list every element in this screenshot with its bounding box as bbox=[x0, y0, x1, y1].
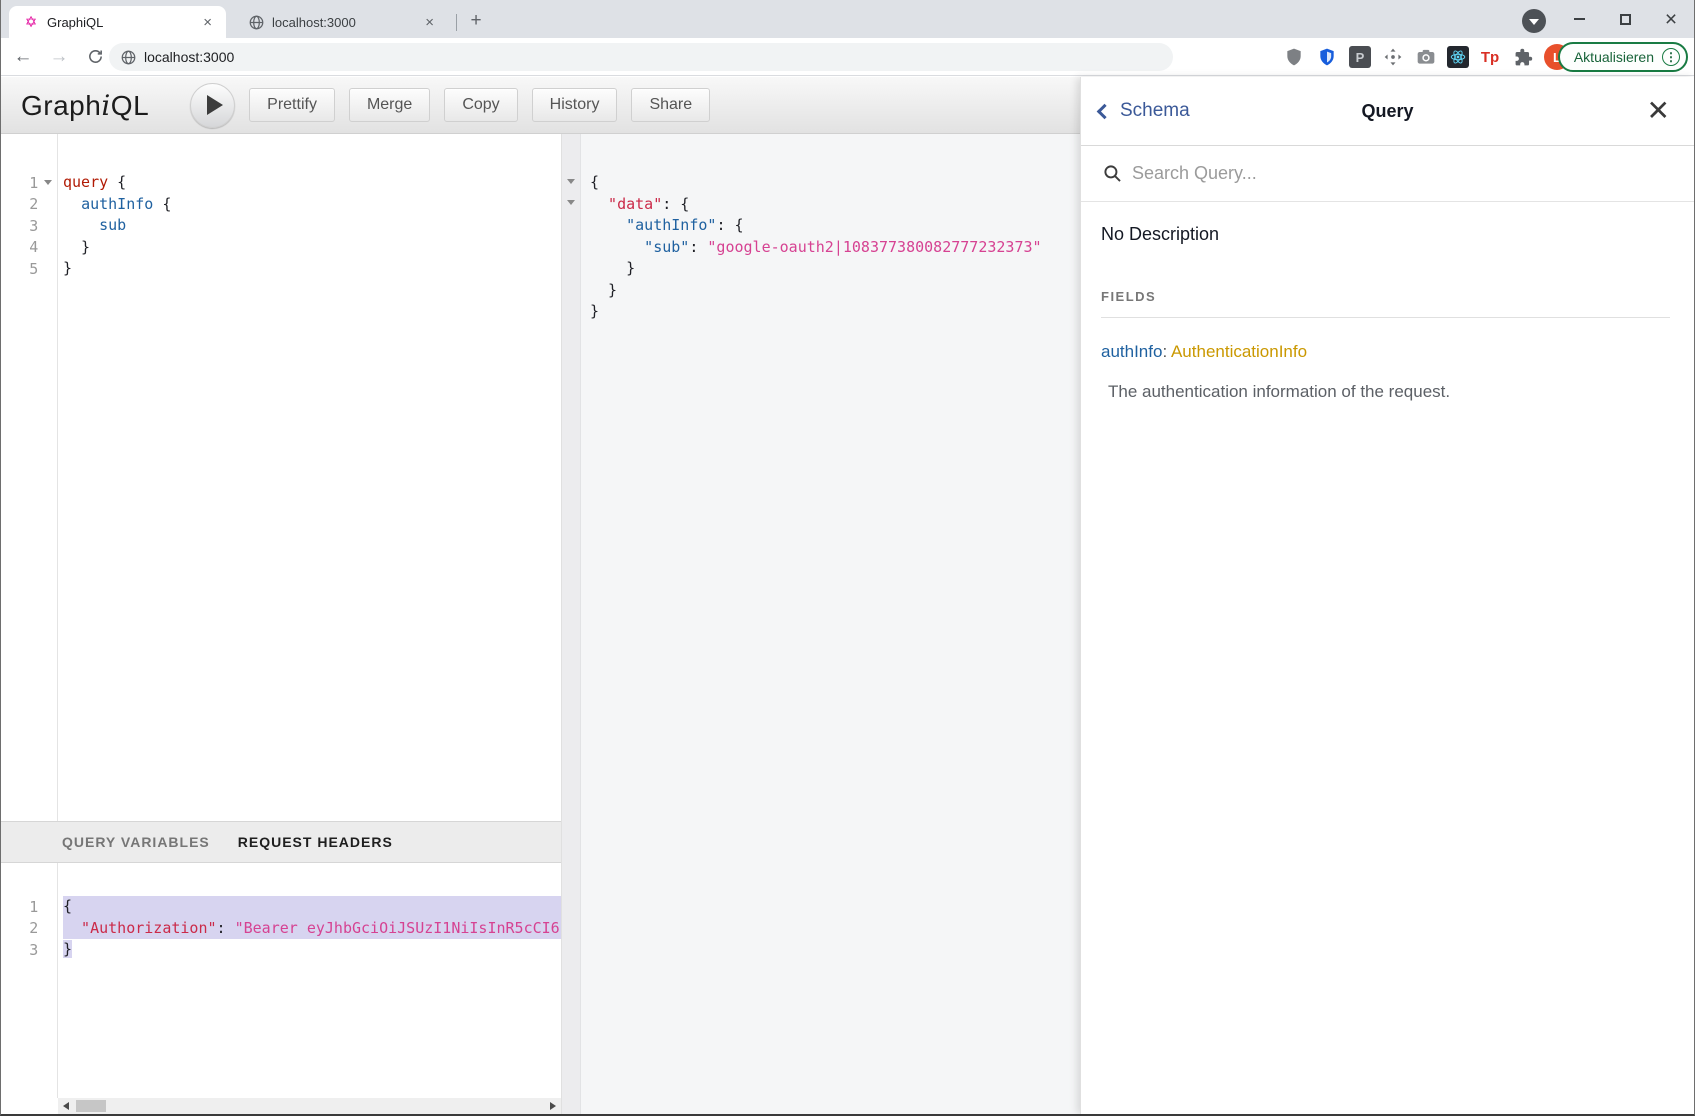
tab-request-headers[interactable]: REQUEST HEADERS bbox=[238, 834, 393, 850]
headers-code: { "Authorization": "Bearer eyJhbGciOiJSU… bbox=[63, 896, 561, 961]
fold-arrow-icon bbox=[44, 180, 52, 185]
graphiql-toolbar: GraphiQL Prettify Merge Copy History Sha… bbox=[1, 77, 1080, 134]
docs-search-input[interactable] bbox=[1132, 163, 1532, 184]
site-globe-icon bbox=[121, 50, 136, 65]
close-button[interactable]: × bbox=[1648, 0, 1694, 38]
extensions-row: P Tp L bbox=[1282, 43, 1570, 71]
docs-header: Query Schema ✕ bbox=[1081, 77, 1694, 146]
update-label: Aktualisieren bbox=[1574, 49, 1654, 65]
field-type-link[interactable]: AuthenticationInfo bbox=[1171, 342, 1307, 361]
url-text: localhost:3000 bbox=[144, 49, 234, 65]
chevron-down-icon bbox=[1529, 19, 1539, 25]
fold-arrow-icon[interactable] bbox=[567, 179, 575, 184]
share-button[interactable]: Share bbox=[631, 88, 710, 122]
play-icon bbox=[207, 95, 223, 115]
fields-section-label: FIELDS bbox=[1101, 289, 1670, 318]
maximize-icon bbox=[1620, 14, 1631, 25]
camera-icon[interactable] bbox=[1414, 45, 1438, 69]
tab-localhost[interactable]: localhost:3000 × bbox=[234, 6, 448, 38]
docs-title: Query bbox=[1081, 101, 1694, 122]
docs-search-row bbox=[1081, 146, 1694, 202]
scrollbar-thumb[interactable] bbox=[76, 1100, 106, 1112]
left-pane: 1 2 3 4 5 query { authInfo { sub } } QUE… bbox=[1, 134, 561, 1114]
merge-button[interactable]: Merge bbox=[349, 88, 430, 122]
bitwarden-icon[interactable] bbox=[1315, 45, 1339, 69]
documentation-explorer: Query Schema ✕ No Description FIELDS aut… bbox=[1080, 77, 1694, 1114]
browser-window: ✡ GraphiQL × localhost:3000 × + × ← → lo… bbox=[0, 0, 1695, 1116]
history-button[interactable]: History bbox=[532, 88, 618, 122]
browser-toolbar: ← → localhost:3000 P Tp bbox=[1, 38, 1694, 76]
close-icon: × bbox=[1665, 9, 1677, 30]
browser-titlebar: ✡ GraphiQL × localhost:3000 × + × bbox=[1, 0, 1694, 38]
tab-graphiql[interactable]: ✡ GraphiQL × bbox=[9, 6, 226, 38]
horizontal-scrollbar[interactable] bbox=[58, 1098, 561, 1114]
kebab-menu-icon[interactable]: ⋮ bbox=[1662, 48, 1680, 66]
search-icon bbox=[1103, 164, 1122, 183]
minimize-icon bbox=[1574, 18, 1585, 20]
address-bar[interactable]: localhost:3000 bbox=[109, 43, 1173, 71]
headers-editor-gutter: 1 2 3 bbox=[1, 863, 58, 1098]
graphql-logo-icon: ✡ bbox=[23, 14, 39, 30]
tab-close-icon[interactable]: × bbox=[421, 13, 438, 32]
screenshot-ext-icon[interactable]: P bbox=[1348, 45, 1372, 69]
window-controls: × bbox=[1556, 0, 1694, 38]
secondary-editor-tabs: QUERY VARIABLES REQUEST HEADERS bbox=[1, 821, 561, 863]
prettify-button[interactable]: Prettify bbox=[249, 88, 335, 122]
graphiql-logo: GraphiQL bbox=[21, 89, 149, 122]
scroll-right-icon[interactable] bbox=[550, 1102, 556, 1110]
tab-query-variables[interactable]: QUERY VARIABLES bbox=[62, 834, 210, 850]
move-tool-icon[interactable] bbox=[1381, 45, 1405, 69]
ublock-icon[interactable] bbox=[1282, 45, 1306, 69]
reload-icon bbox=[87, 48, 104, 65]
tab-title: GraphiQL bbox=[47, 15, 199, 30]
field-name-link[interactable]: authInfo bbox=[1101, 342, 1162, 361]
tab-separator bbox=[456, 14, 457, 31]
forward-button[interactable]: → bbox=[45, 43, 73, 71]
field-row: authInfo: AuthenticationInfo bbox=[1101, 342, 1670, 362]
back-button[interactable]: ← bbox=[9, 43, 37, 71]
fold-arrow-icon[interactable] bbox=[567, 200, 575, 205]
copy-button[interactable]: Copy bbox=[444, 88, 517, 122]
maximize-button[interactable] bbox=[1602, 0, 1648, 38]
tab-title: localhost:3000 bbox=[272, 15, 421, 30]
globe-icon bbox=[248, 14, 264, 30]
docs-close-button[interactable]: ✕ bbox=[1647, 97, 1670, 125]
type-description: No Description bbox=[1101, 224, 1670, 245]
update-browser-button[interactable]: Aktualisieren ⋮ bbox=[1558, 42, 1688, 72]
query-editor[interactable]: 1 2 3 4 5 query { authInfo { sub } } bbox=[1, 134, 561, 821]
query-code: query { authInfo { sub } } bbox=[63, 172, 561, 280]
pane-divider[interactable] bbox=[561, 134, 581, 1114]
new-tab-button[interactable]: + bbox=[464, 9, 488, 33]
request-headers-editor[interactable]: 1 2 3 { "Authorization": "Bearer eyJhbGc… bbox=[1, 863, 561, 1098]
query-editor-gutter: 1 2 3 4 5 bbox=[1, 134, 58, 821]
execute-query-button[interactable] bbox=[190, 83, 235, 128]
field-description: The authentication information of the re… bbox=[1101, 382, 1670, 402]
docs-content: No Description FIELDS authInfo: Authenti… bbox=[1081, 202, 1694, 402]
download-indicator[interactable] bbox=[1522, 9, 1546, 33]
extensions-puzzle-icon[interactable] bbox=[1511, 45, 1535, 69]
react-devtools-icon[interactable] bbox=[1447, 46, 1469, 68]
minimize-button[interactable] bbox=[1556, 0, 1602, 38]
scroll-left-icon[interactable] bbox=[63, 1102, 69, 1110]
tampermonkey-icon[interactable]: Tp bbox=[1478, 45, 1502, 69]
tab-close-icon[interactable]: × bbox=[199, 13, 216, 32]
reload-button[interactable] bbox=[81, 43, 109, 71]
